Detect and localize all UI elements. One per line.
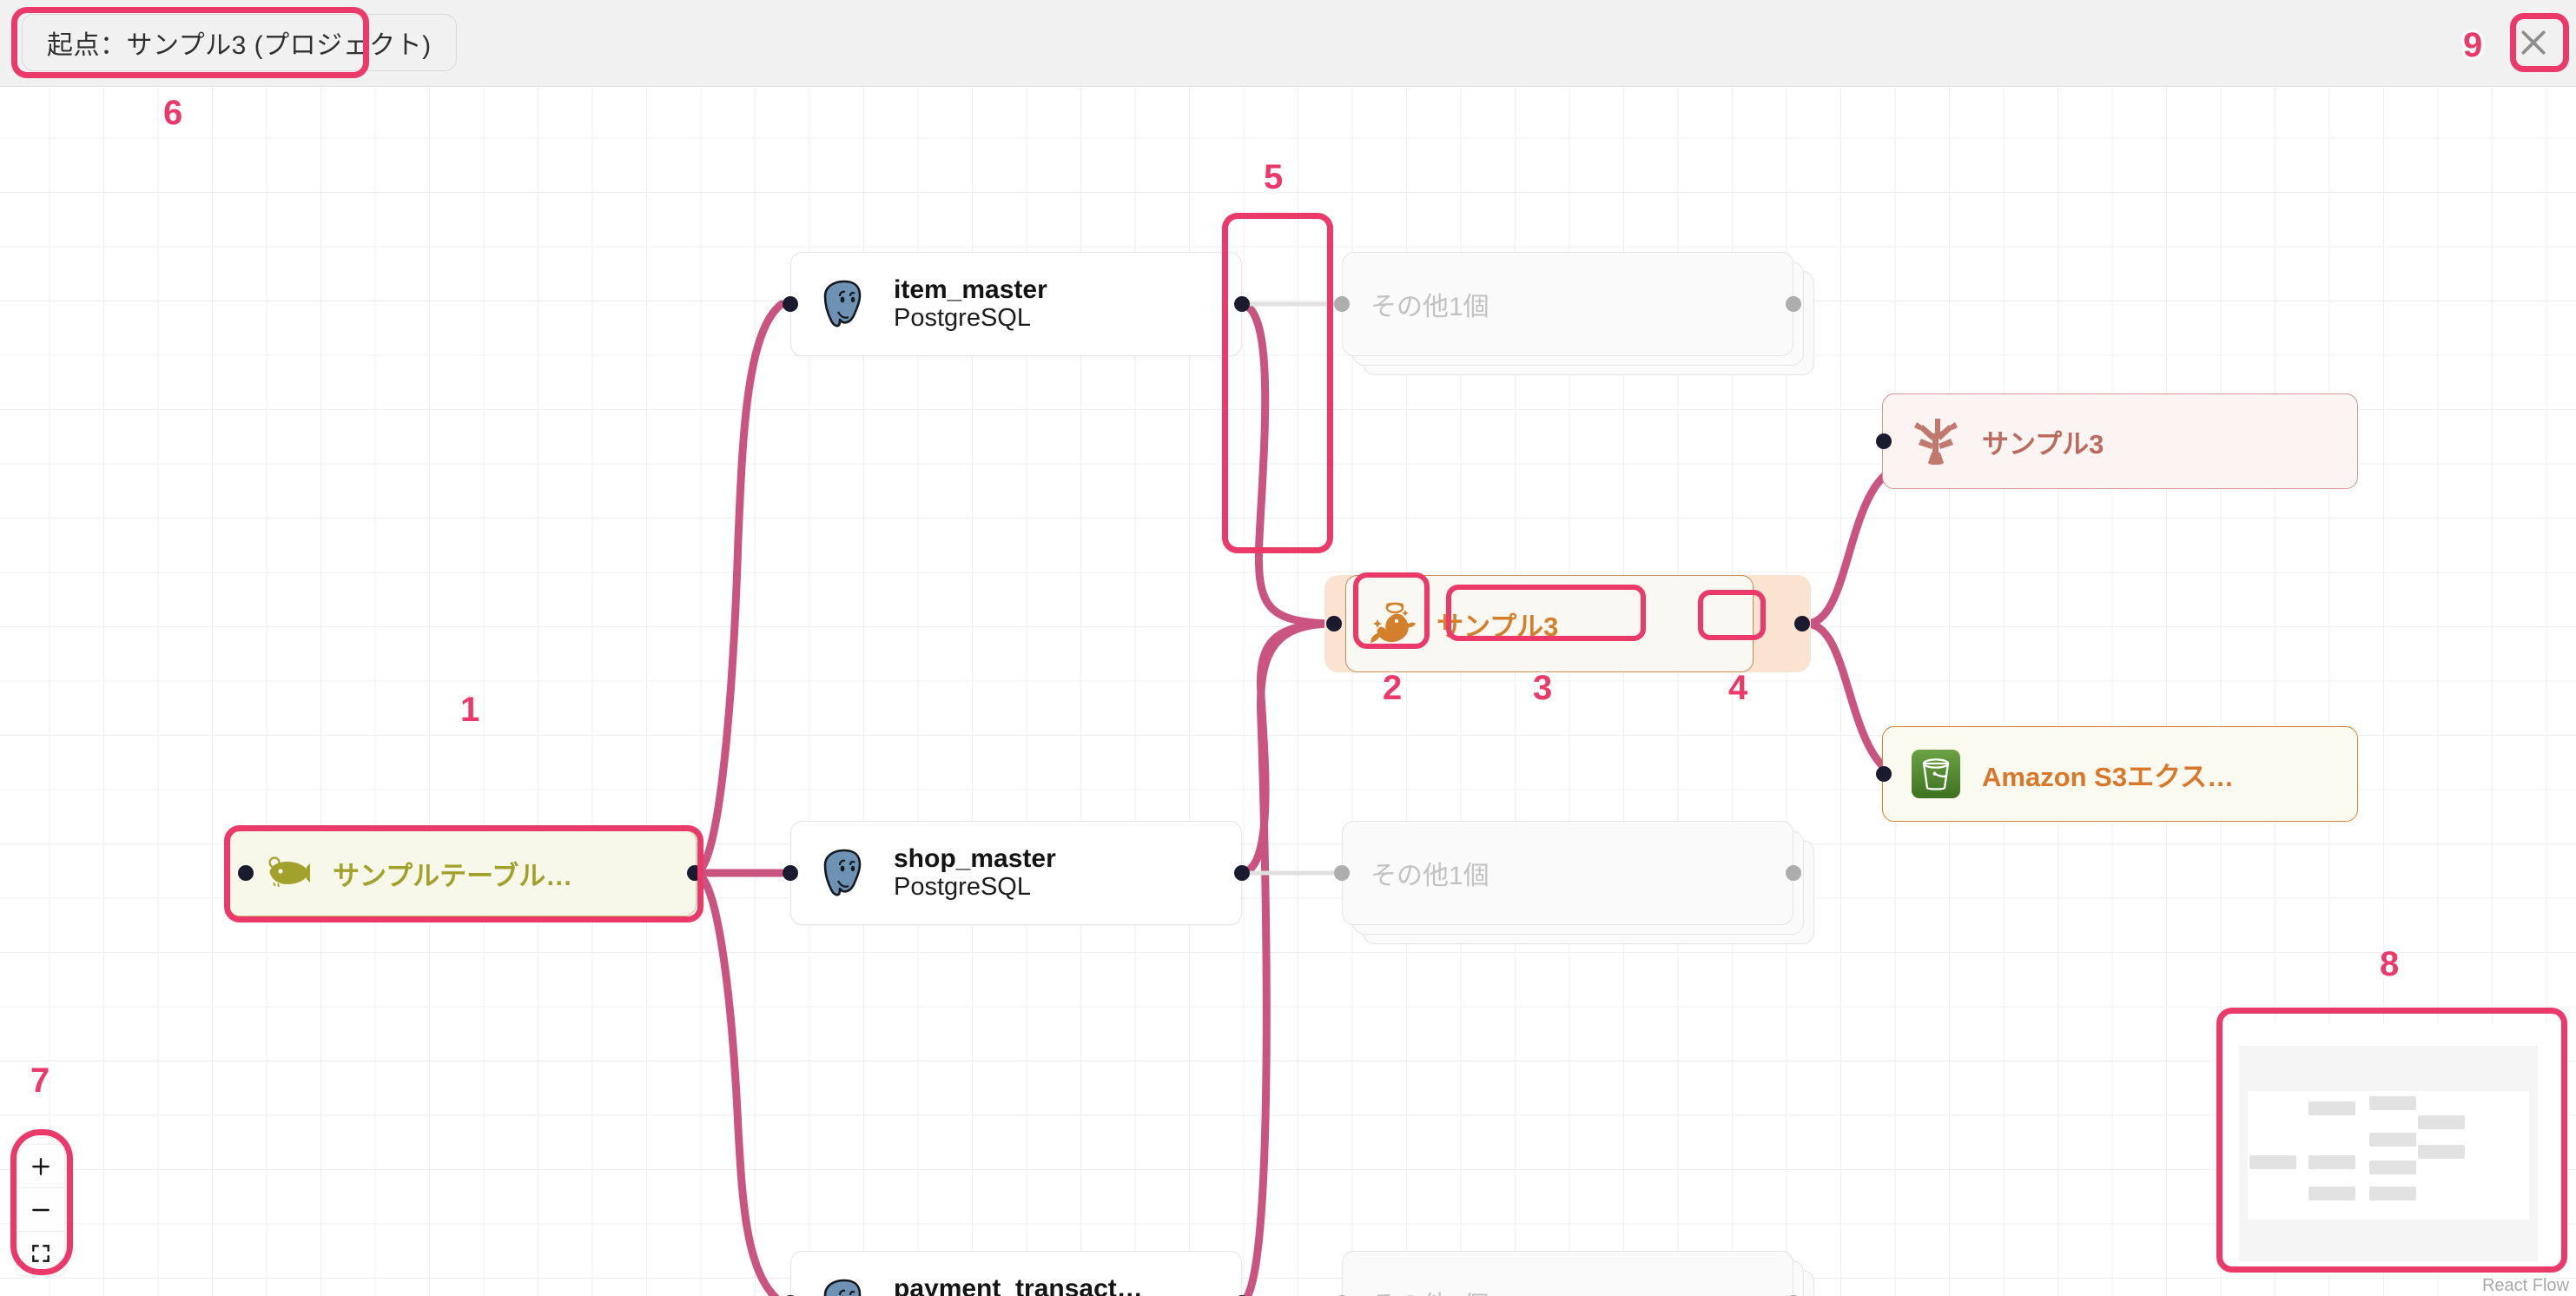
s3-node[interactable]: Amazon S3エクス… [1882,726,2358,822]
stack-card-front[interactable]: その他1個 [1342,821,1793,925]
edge-project-dashboard [1802,465,1898,628]
edge-table-payment [690,869,780,1296]
db-node-subtitle: PostgreSQL [894,873,1031,902]
db-node-shop-master-handle-right[interactable] [1234,865,1250,881]
fit-view-icon [32,1245,50,1262]
stack-group-shop-master[interactable]: その他1個 [1342,821,1814,944]
stack-card-front[interactable]: その他1個 [1342,252,1793,356]
dashboard-node-labels: サンプル3 [1982,422,2104,461]
react-flow-app: 起点：サンプル3 (プロジェクト) サンプルテーブル… item_master … [0,0,2576,1296]
project-node-label: サンプル3 [1437,611,1559,642]
table-node-handle-right[interactable] [687,865,703,881]
origin-chip-label: 起点：サンプル3 (プロジェクト) [47,31,432,60]
dashboard-node[interactable]: サンプル3 [1882,393,2358,489]
project-node-handle-right[interactable] [1794,616,1810,631]
zoom-in-button[interactable] [17,1145,64,1188]
edge-layer [690,300,1898,1296]
s3-node-labels: Amazon S3エクス… [1982,755,2234,794]
edge-project-s3 [1802,619,1898,779]
stack-item-master-handle-right[interactable] [1786,296,1801,312]
dashboard-node-handle-left[interactable] [1876,433,1892,449]
db-node-item-master-handle-right[interactable] [1234,296,1250,312]
project-node[interactable]: サンプル3 [1345,575,1754,672]
postgresql-icon [817,277,871,331]
minimap-viewport[interactable] [2248,1091,2529,1220]
minus-icon [32,1208,50,1211]
db-node-labels: item_master PostgreSQL [894,275,1047,334]
db-node-payment-transaction[interactable]: payment_transact… PostgreSQL [790,1251,1242,1296]
stack-group-payment[interactable]: その他1個 [1342,1251,1814,1296]
stack-card-front[interactable]: その他1個 [1342,1251,1793,1296]
db-node-title: item_master [894,274,1047,304]
db-node-labels: payment_transact… PostgreSQL [894,1274,1143,1296]
db-node-labels: shop_master PostgreSQL [894,844,1056,903]
stack-label: その他1個 [1371,862,1489,890]
postgresql-icon [817,846,871,900]
db-node-subtitle: PostgreSQL [894,304,1031,333]
stack-group-item-master[interactable]: その他1個 [1342,252,1814,375]
zoom-controls[interactable] [17,1145,64,1275]
minimap-node [2369,1160,2416,1174]
close-icon [2521,30,2546,55]
db-node-title: payment_transact… [894,1273,1143,1296]
project-node-labels: サンプル3 [1437,605,1558,644]
minimap[interactable] [2215,1023,2562,1273]
origin-chip[interactable]: 起点：サンプル3 (プロジェクト) [22,14,457,71]
dolphin-icon [1367,598,1417,649]
minimap-node [2369,1133,2416,1147]
s3-node-handle-left[interactable] [1876,766,1892,782]
minimap-node [2308,1155,2355,1169]
plus-icon [32,1157,50,1175]
minimap-node [2418,1145,2465,1159]
postgresql-icon [817,1276,871,1296]
project-node-handle-left[interactable] [1326,616,1342,631]
react-flow-attribution[interactable]: React Flow [2482,1276,2569,1296]
top-bar: 起点：サンプル3 (プロジェクト) [0,0,2576,87]
anglerfish-icon [261,855,310,891]
table-node-handle-left[interactable] [238,865,254,881]
stack-label: その他1個 [1371,1284,1489,1296]
stack-item-master-handle-left[interactable] [1334,296,1350,312]
edge-shop-master-project [1236,619,1333,877]
coral-tree-icon [1909,414,1963,468]
fit-view-button[interactable] [17,1232,64,1275]
dashboard-node-label: サンプル3 [1982,428,2104,460]
stack-shop-master-handle-right[interactable] [1786,865,1801,881]
db-node-title: shop_master [894,843,1056,873]
minimap-content [2239,1046,2538,1261]
db-node-shop-master-handle-left[interactable] [783,865,798,881]
stack-label: その他1個 [1371,293,1489,321]
minimap-node [2369,1096,2416,1110]
minimap-node [2308,1187,2355,1200]
stack-shop-master-handle-left[interactable] [1334,865,1350,881]
close-button[interactable] [2503,12,2564,73]
table-node[interactable]: サンプルテーブル… [228,830,697,916]
edge-table-item-master [690,300,786,877]
s3-node-label: Amazon S3エクス… [1982,761,2235,792]
table-node-labels: サンプルテーブル… [333,854,572,893]
amazon-s3-bucket-icon [1909,747,1963,801]
flow-canvas[interactable]: サンプルテーブル… item_master PostgreSQL shop_ma… [0,87,2576,1296]
db-node-shop-master[interactable]: shop_master PostgreSQL [790,821,1242,925]
table-node-label: サンプルテーブル… [333,860,573,891]
db-node-item-master[interactable]: item_master PostgreSQL [790,252,1242,356]
db-node-item-master-handle-left[interactable] [783,296,798,312]
edge-item-master-project [1236,300,1333,628]
minimap-node [2308,1101,2355,1115]
minimap-node [2418,1115,2465,1129]
edge-payment-project [1243,619,1333,1296]
minimap-node [2369,1187,2416,1200]
minimap-node [2249,1155,2296,1169]
zoom-out-button[interactable] [17,1188,64,1232]
